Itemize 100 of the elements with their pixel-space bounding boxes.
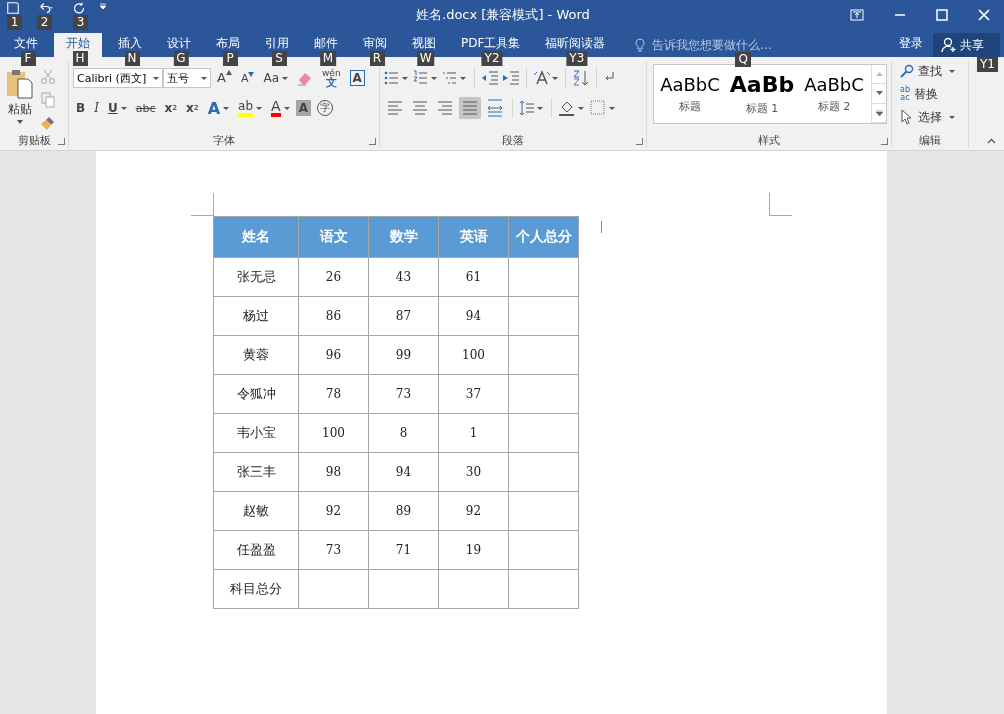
table-cell: 37 (438, 374, 509, 414)
table-cell: 令狐冲 (213, 374, 299, 414)
superscript-button[interactable]: x$^{2}$ (183, 97, 202, 119)
person-add-icon (941, 37, 957, 53)
underline-button[interactable]: U (104, 97, 130, 119)
table-cell (508, 374, 579, 414)
paint-bucket-icon[interactable] (558, 99, 586, 117)
table-cell: 赵敏 (213, 491, 299, 531)
table-cell: 78 (298, 374, 369, 414)
table-cell (298, 569, 369, 609)
table-cell: 94 (438, 296, 509, 336)
save-icon[interactable] (5, 2, 21, 14)
redo-icon[interactable] (71, 2, 87, 14)
end-of-row-mark (601, 221, 602, 233)
table-cell (508, 452, 579, 492)
key-tip: F (20, 51, 36, 66)
multilevel-list-icon[interactable] (442, 70, 468, 86)
table-cell: 87 (368, 296, 439, 336)
table-cell (368, 569, 439, 609)
bullet-list-icon[interactable] (384, 70, 410, 86)
group-label: 剪贴板 (17, 132, 51, 148)
numbered-list-icon[interactable] (413, 70, 439, 86)
decrease-indent-icon[interactable] (481, 70, 499, 86)
font-size-dropdown[interactable]: 五号 (163, 68, 211, 88)
increase-indent-icon[interactable] (502, 70, 520, 86)
key-tip: N (124, 51, 140, 66)
header-cell: 语文 (298, 216, 369, 258)
select-button[interactable]: 选择 (896, 107, 964, 127)
table-cell: 73 (368, 374, 439, 414)
key-tip: P (222, 51, 238, 66)
font-name-dropdown[interactable]: Calibri (西文] (73, 68, 163, 88)
tell-me-field[interactable]: 告诉我您想要做什么... (650, 37, 815, 53)
style-item[interactable]: AaBb 标题 1 (726, 65, 798, 123)
cursor-icon (900, 109, 914, 125)
color-button[interactable]: A (268, 97, 293, 119)
table-cell: 43 (368, 257, 439, 297)
table-cell: 8 (368, 413, 439, 453)
key-tip: Q (735, 52, 751, 67)
key-tip: 2 (37, 15, 52, 30)
table-cell (508, 296, 579, 336)
sign-in-link[interactable]: 登录 (899, 33, 923, 57)
key-tip: Y3 (566, 51, 588, 66)
style-item[interactable]: AaBbC 标题 2 (798, 65, 870, 123)
down-triangle-icon (248, 72, 255, 77)
italic-button[interactable]: I (91, 97, 102, 119)
key-tip: S (271, 51, 287, 66)
key-tip: Y1 (977, 57, 998, 72)
effects-button[interactable]: A (204, 97, 233, 119)
header-cell: 个人总分 (508, 216, 579, 258)
customize-caret-icon[interactable] (99, 2, 107, 10)
strike-button[interactable]: abc (132, 97, 159, 119)
find-button[interactable]: 查找 (896, 61, 964, 81)
margin-mark (769, 193, 792, 216)
text-direction-icon[interactable] (533, 70, 559, 86)
line-spacing-icon[interactable] (519, 100, 545, 116)
paste-button[interactable]: 粘贴 (4, 67, 36, 132)
table-cell (508, 530, 579, 570)
launcher-icon[interactable] (881, 138, 888, 145)
collapse-ribbon-icon[interactable] (987, 138, 996, 144)
style-item[interactable]: AaBbC 标题 (654, 65, 726, 123)
margin-mark (191, 193, 214, 216)
sort-icon[interactable] (572, 69, 590, 87)
table-cell: 92 (298, 491, 369, 531)
close-icon[interactable] (978, 9, 990, 21)
table-cell: 94 (368, 452, 439, 492)
launcher-icon[interactable] (369, 138, 376, 145)
key-tip: H (72, 51, 88, 66)
table-cell (508, 335, 579, 375)
key-tip: W (416, 51, 435, 66)
share-button[interactable]: 共享 (933, 33, 1000, 57)
case-button[interactable]: Aa (260, 67, 291, 89)
brush-icon[interactable] (40, 115, 56, 131)
bold-button[interactable]: B (73, 97, 89, 119)
table-cell (508, 569, 579, 609)
search-icon (900, 64, 914, 78)
table-cell: 张三丰 (213, 452, 299, 492)
maximize-icon[interactable] (936, 9, 948, 21)
up-triangle-icon (225, 70, 232, 75)
grow-button[interactable]: A (214, 67, 235, 89)
table-cell: 89 (368, 491, 439, 531)
highlight-button[interactable]: ab (235, 97, 266, 119)
phonetic-button[interactable]: wén 文 (319, 67, 344, 89)
table-cell (508, 413, 579, 453)
table-cell: 61 (438, 257, 509, 297)
key-tip: R (369, 51, 385, 66)
group-label: 编辑 (919, 132, 941, 148)
table-cell: 任盈盈 (213, 530, 299, 570)
shrink-button[interactable]: A (237, 67, 258, 89)
table-cell: 86 (298, 296, 369, 336)
border-button[interactable]: A (349, 70, 365, 86)
key-tip: 3 (73, 15, 88, 30)
shading-button[interactable]: A (295, 100, 311, 116)
key-tip: Y2 (481, 51, 503, 66)
launcher-icon[interactable] (636, 138, 643, 145)
launcher-icon[interactable] (58, 138, 65, 145)
table-cell: 黄蓉 (213, 335, 299, 375)
lightbulb-icon (635, 38, 646, 52)
table-cell: 73 (298, 530, 369, 570)
ribbon-display-icon[interactable] (850, 9, 864, 21)
table-cell (508, 257, 579, 297)
